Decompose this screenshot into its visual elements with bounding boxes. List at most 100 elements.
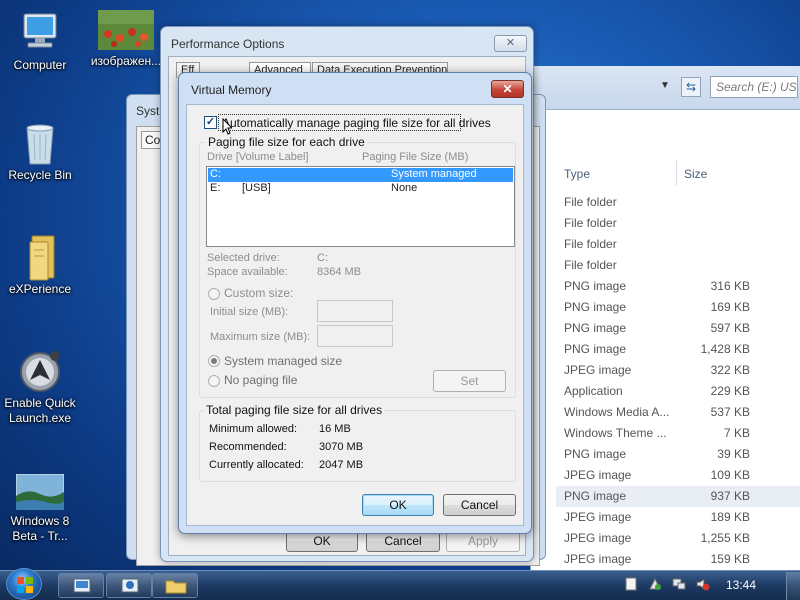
- maximum-size-input[interactable]: [317, 325, 393, 347]
- initial-size-label: Initial size (MB):: [210, 306, 289, 318]
- file-list-row[interactable]: Application 229 KB: [556, 381, 800, 402]
- set-button[interactable]: Set: [433, 370, 506, 392]
- desktop-icon-label: eXPerience: [8, 282, 72, 296]
- minimum-allowed-value: 16 MB: [319, 423, 351, 435]
- file-size: 937 KB: [710, 489, 750, 503]
- column-header-type[interactable]: Type: [564, 160, 590, 186]
- file-list-row[interactable]: JPEG image 109 KB: [556, 465, 800, 486]
- desktop-icon-enable-quick-launch[interactable]: Enable Quick Launch.exe: [0, 348, 80, 426]
- file-list-row[interactable]: PNG image 39 KB: [556, 444, 800, 465]
- file-list-row[interactable]: File folder: [556, 213, 800, 234]
- explorer-folder-icon: [165, 580, 187, 594]
- start-button[interactable]: [6, 568, 42, 600]
- selected-drive-value: C:: [317, 252, 328, 264]
- vm-ok-button[interactable]: OK: [362, 494, 434, 516]
- file-list-row[interactable]: JPEG image 159 KB: [556, 549, 800, 570]
- file-size: 1,428 KB: [700, 342, 750, 356]
- column-header-size[interactable]: Size: [684, 160, 707, 186]
- initial-size-input[interactable]: [317, 300, 393, 322]
- file-type: Application: [564, 384, 623, 398]
- file-size: 39 KB: [717, 447, 750, 461]
- no-paging-label[interactable]: No paging file: [224, 373, 297, 387]
- no-paging-radio[interactable]: [208, 375, 220, 387]
- taskbar-button-control-panel[interactable]: [106, 573, 152, 598]
- system-managed-radio[interactable]: [208, 355, 220, 367]
- auto-manage-checkbox[interactable]: ✓: [204, 116, 217, 129]
- file-type: JPEG image: [564, 552, 632, 566]
- performance-options-close-button[interactable]: ✕: [494, 35, 527, 52]
- tray-network-icon[interactable]: [672, 577, 686, 591]
- tray-action-center-icon[interactable]: [648, 577, 662, 591]
- windows-logo-icon: [17, 577, 33, 593]
- file-size: 229 KB: [710, 384, 750, 398]
- file-list-row[interactable]: JPEG image 322 KB: [556, 360, 800, 381]
- file-type: JPEG image: [564, 531, 632, 545]
- file-type: PNG image: [564, 489, 627, 503]
- recycle-bin-icon: [18, 120, 62, 165]
- file-list-row[interactable]: PNG image 597 KB: [556, 318, 800, 339]
- drive-row[interactable]: C: System managed: [208, 168, 513, 182]
- file-list-row[interactable]: PNG image 1,428 KB: [556, 339, 800, 360]
- taskbar-button-system[interactable]: [58, 573, 104, 598]
- file-size: 322 KB: [710, 363, 750, 377]
- desktop-icon-recycle-bin[interactable]: Recycle Bin: [0, 120, 80, 183]
- file-type: PNG image: [564, 447, 627, 461]
- show-desktop-button[interactable]: [786, 572, 800, 600]
- system-managed-label[interactable]: System managed size: [224, 354, 342, 368]
- custom-size-radio[interactable]: [208, 288, 220, 300]
- file-list-row[interactable]: PNG image 169 KB: [556, 297, 800, 318]
- virtual-memory-title: Virtual Memory: [191, 83, 272, 97]
- desktop-icon-experience[interactable]: eXPerience: [0, 234, 80, 297]
- desktop-icon-label: Windows 8 Beta - Tr...: [10, 514, 70, 543]
- file-type: PNG image: [564, 300, 627, 314]
- file-list-row[interactable]: JPEG image 1,255 KB: [556, 528, 800, 549]
- file-type: File folder: [564, 237, 617, 251]
- auto-manage-label[interactable]: Automatically manage paging file size fo…: [218, 114, 491, 131]
- taskbar-clock[interactable]: 13:44: [726, 578, 756, 592]
- drive-row[interactable]: E: [USB] None: [208, 182, 513, 196]
- control-panel-icon: [121, 578, 139, 593]
- drive-list[interactable]: C: System managed E: [USB] None: [206, 166, 515, 247]
- file-list-row[interactable]: File folder: [556, 255, 800, 276]
- file-list-row[interactable]: PNG image 316 KB: [556, 276, 800, 297]
- file-list-row[interactable]: Windows Media A... 537 KB: [556, 402, 800, 423]
- address-dropdown-icon[interactable]: ▼: [660, 80, 670, 91]
- desktop-icon-windows8[interactable]: Windows 8 Beta - Tr...: [0, 473, 80, 544]
- system-properties-icon: [73, 578, 91, 593]
- tray-document-icon[interactable]: [624, 577, 638, 591]
- drive-letter: C:: [210, 168, 221, 180]
- file-list-row[interactable]: File folder: [556, 192, 800, 213]
- column-divider: [676, 160, 677, 186]
- performance-options-title: Performance Options: [171, 37, 285, 51]
- search-input[interactable]: Search (E:) USB: [710, 76, 798, 98]
- desktop-icon-label: Enable Quick Launch.exe: [4, 396, 76, 425]
- file-list-row[interactable]: PNG image 937 KB: [556, 486, 800, 507]
- file-type: JPEG image: [564, 363, 632, 377]
- tray-volume-muted-icon[interactable]: [696, 577, 710, 591]
- file-list-row[interactable]: File folder: [556, 234, 800, 255]
- file-size: 1,255 KB: [700, 531, 750, 545]
- file-list-row[interactable]: Windows Theme ... 7 KB: [556, 423, 800, 444]
- currently-allocated-value: 2047 MB: [319, 459, 364, 471]
- file-list-row[interactable]: JPEG image 189 KB: [556, 507, 800, 528]
- totals-group-label: Total paging file size for all drives: [204, 403, 385, 417]
- desktop-icon-label: Computer: [13, 58, 67, 72]
- dock-app-icon: [18, 348, 62, 392]
- file-type: PNG image: [564, 279, 627, 293]
- virtual-memory-close-button[interactable]: ✕: [491, 80, 524, 98]
- vm-cancel-button[interactable]: Cancel: [443, 494, 516, 516]
- desktop-icon-computer[interactable]: Computer: [0, 10, 80, 73]
- desktop-icon-image[interactable]: изображен...: [86, 10, 166, 69]
- file-type: JPEG image: [564, 468, 632, 482]
- image-thumbnail-icon: [98, 10, 154, 50]
- file-size: 109 KB: [710, 468, 750, 482]
- refresh-icon[interactable]: ⇆: [681, 77, 701, 97]
- computer-icon: [18, 10, 62, 54]
- file-type: JPEG image: [564, 510, 632, 524]
- drive-label: [USB]: [242, 182, 271, 194]
- custom-size-label[interactable]: Custom size:: [224, 286, 293, 300]
- taskbar-button-explorer[interactable]: [152, 573, 198, 598]
- file-type: File folder: [564, 216, 617, 230]
- recommended-label: Recommended:: [209, 441, 287, 453]
- recommended-value: 3070 MB: [319, 441, 364, 453]
